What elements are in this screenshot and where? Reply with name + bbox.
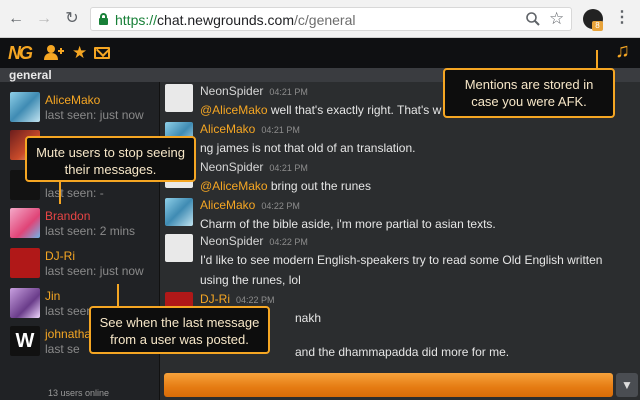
browser-menu-icon[interactable]: ⋮ bbox=[614, 8, 630, 30]
chat-input[interactable] bbox=[164, 373, 613, 397]
user-item[interactable]: AliceMako last seen: just now bbox=[10, 92, 160, 124]
forward-arrow-icon[interactable]: → bbox=[34, 9, 54, 29]
users-online-count: 13 users online bbox=[48, 388, 110, 398]
reload-icon[interactable]: ↻ bbox=[62, 9, 82, 29]
channel-name: general bbox=[9, 68, 52, 82]
user-last-seen: last seen: 2 mins bbox=[45, 224, 136, 238]
message-time: 04:21 PM bbox=[269, 163, 308, 173]
bookmark-star-icon[interactable]: ☆ bbox=[549, 9, 564, 29]
user-name-muted: Brandon bbox=[45, 209, 91, 223]
callout-mentions: Mentions are stored in case you were AFK… bbox=[443, 68, 615, 118]
author-name[interactable]: NeonSpider bbox=[200, 160, 263, 174]
message-text: and the dhammapadda did more for me. bbox=[295, 345, 510, 359]
url-host: chat.newgrounds.com bbox=[157, 12, 294, 28]
add-user-icon[interactable] bbox=[44, 44, 64, 65]
message-avatar bbox=[165, 198, 193, 226]
callout-arrow bbox=[117, 284, 119, 306]
author-name[interactable]: NeonSpider bbox=[200, 234, 263, 248]
message-text: nakh bbox=[295, 311, 322, 325]
message-time: 04:21 PM bbox=[269, 87, 308, 97]
favorites-star-icon[interactable]: ★ bbox=[72, 44, 87, 62]
mention[interactable]: @AliceMako bbox=[200, 103, 268, 117]
message-time: 04:22 PM bbox=[261, 201, 300, 211]
author-name[interactable]: NeonSpider bbox=[200, 84, 263, 98]
user-avatar: W bbox=[10, 326, 40, 356]
url-path: /c/general bbox=[294, 12, 356, 28]
message-author: NeonSpider 04:21 PM bbox=[200, 160, 308, 174]
message-author: AliceMako 04:21 PM bbox=[200, 122, 300, 136]
user-last-seen: last seen: - bbox=[45, 186, 104, 200]
message-avatar bbox=[165, 84, 193, 112]
message-text: I'd like to see modern English-speakers … bbox=[200, 250, 630, 290]
back-arrow-icon[interactable]: ← bbox=[6, 9, 26, 29]
callout-arrowhead bbox=[590, 46, 604, 48]
user-item[interactable]: DJ-Ri last seen: just now bbox=[10, 248, 160, 280]
author-name[interactable]: DJ-Ri bbox=[200, 292, 230, 306]
user-last-seen: last seen: just now bbox=[45, 264, 144, 278]
chat-input-bar: ▼ bbox=[161, 368, 640, 400]
message-body: bring out the runes bbox=[267, 179, 371, 193]
app-header: NG ★ ♫ bbox=[0, 38, 640, 68]
message-author: DJ-Ri 04:22 PM bbox=[200, 292, 275, 306]
url-scheme: https:// bbox=[115, 12, 158, 28]
user-name: Jin bbox=[45, 289, 61, 303]
user-name: DJ-Ri bbox=[45, 249, 75, 263]
user-avatar bbox=[10, 92, 40, 122]
user-name: AliceMako bbox=[45, 93, 101, 107]
user-last-seen: last seen: just now bbox=[45, 108, 144, 122]
message-text: @AliceMako bring out the runes bbox=[200, 176, 630, 196]
mention[interactable]: @AliceMako bbox=[200, 179, 268, 193]
zoom-icon[interactable] bbox=[525, 11, 541, 27]
callout-last-message: See when the last message from a user wa… bbox=[89, 306, 270, 354]
user-avatar bbox=[10, 248, 40, 278]
user-avatar bbox=[10, 208, 40, 238]
callout-arrow bbox=[596, 50, 598, 70]
music-note-icon[interactable]: ♫ bbox=[615, 41, 630, 61]
message-body: well that's exactly right. That's w bbox=[267, 103, 442, 117]
chevron-down-icon[interactable]: ▼ bbox=[616, 373, 638, 397]
message-time: 04:22 PM bbox=[236, 295, 275, 305]
address-bar[interactable]: https://chat.newgrounds.com/c/general ☆ bbox=[90, 7, 572, 31]
lock-icon bbox=[99, 13, 108, 25]
message-line: I'd like to see modern English-speakers … bbox=[200, 253, 603, 267]
message-text: ng james is not that old of an translati… bbox=[200, 141, 416, 155]
callout-mute: Mute users to stop seeing their messages… bbox=[25, 136, 196, 182]
extension-badge: 8 bbox=[592, 21, 603, 31]
user-avatar bbox=[10, 288, 40, 318]
message-time: 04:21 PM bbox=[261, 125, 300, 135]
author-name[interactable]: AliceMako bbox=[200, 122, 255, 136]
browser-toolbar: ← → ↻ https://chat.newgrounds.com/c/gene… bbox=[0, 0, 640, 38]
url-text: https://chat.newgrounds.com/c/general bbox=[115, 12, 355, 28]
message-avatar bbox=[165, 234, 193, 262]
message-line: using the runes, lol bbox=[200, 273, 301, 287]
user-name: johnatha bbox=[45, 327, 92, 341]
callout-arrow bbox=[59, 182, 61, 204]
newgrounds-logo[interactable]: NG bbox=[8, 43, 33, 64]
user-last-seen: last se bbox=[45, 342, 80, 356]
author-name[interactable]: AliceMako bbox=[200, 198, 255, 212]
message-time: 04:22 PM bbox=[269, 237, 308, 247]
user-item[interactable]: Brandon last seen: 2 mins bbox=[10, 208, 160, 240]
message-author: NeonSpider 04:22 PM bbox=[200, 234, 308, 248]
message-author: NeonSpider 04:21 PM bbox=[200, 84, 308, 98]
message-text: Charm of the bible aside, i'm more parti… bbox=[200, 217, 496, 231]
mail-icon[interactable] bbox=[94, 47, 110, 59]
message-author: AliceMako 04:22 PM bbox=[200, 198, 300, 212]
